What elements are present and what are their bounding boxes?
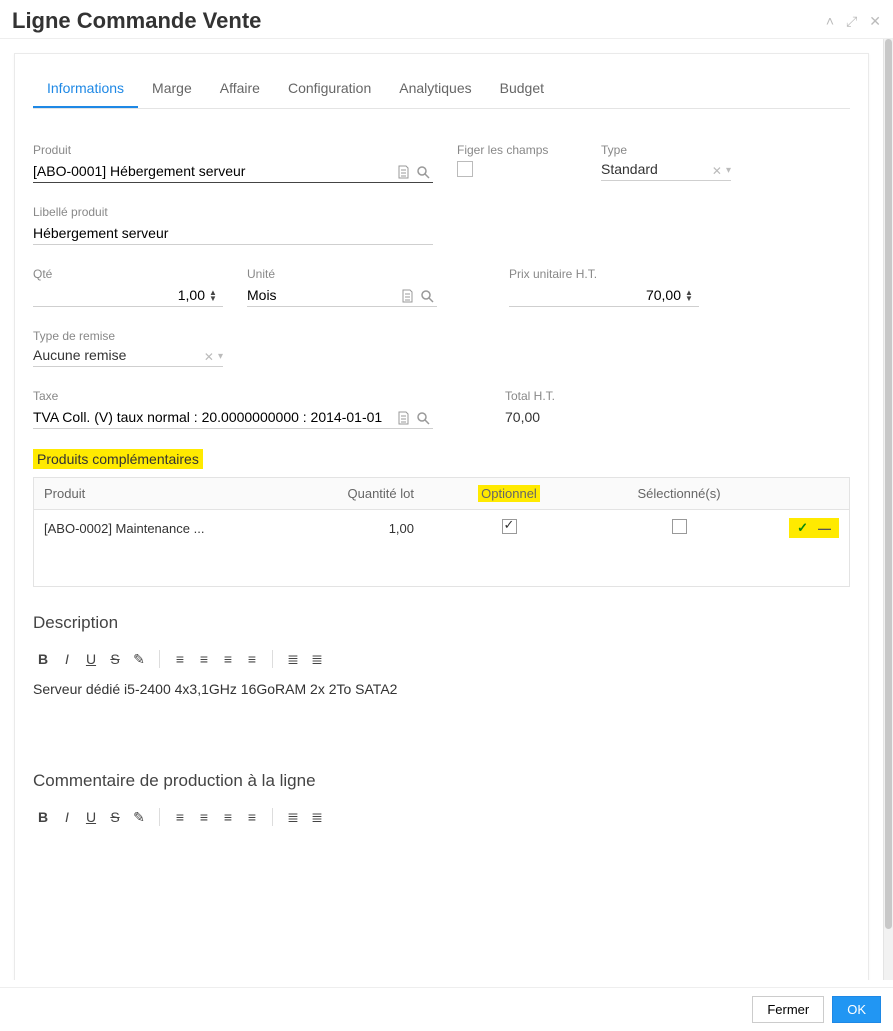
qte-spinner[interactable]: ▲▼ [209,290,217,302]
close-icon[interactable]: ✕ [869,13,881,30]
row-qty: 1,00 [294,513,424,544]
scrollbar-thumb[interactable] [885,39,892,929]
row-confirm-icon[interactable]: ✓ [797,520,808,536]
strike-button[interactable]: S [105,649,125,669]
remise-clear-icon[interactable]: ✕ [204,350,214,364]
list-ul-button[interactable]: ≣ [283,649,303,669]
table-header: Produit Quantité lot Optionnel Sélection… [34,478,849,510]
tab-affaire[interactable]: Affaire [206,74,274,108]
label-total-ht: Total H.T. [505,389,695,403]
prixu-spinner[interactable]: ▲▼ [685,290,693,302]
description-title: Description [33,613,850,633]
align-left-button[interactable]: ≡ [170,649,190,669]
align-right-button[interactable]: ≡ [218,807,238,827]
label-produit: Produit [33,143,433,157]
list-ol-button[interactable]: ≣ [307,807,327,827]
expand-icon[interactable]: ⤢ [846,13,857,30]
tab-analytiques[interactable]: Analytiques [385,74,485,108]
figer-checkbox[interactable] [457,161,473,177]
align-center-button[interactable]: ≡ [194,807,214,827]
type-clear-icon[interactable]: ✕ [712,164,722,178]
description-toolbar: B I U S ✎ ≡ ≡ ≡ ≡ ≣ ≣ [15,643,868,675]
search-icon[interactable] [416,411,430,425]
list-ol-button[interactable]: ≣ [307,649,327,669]
col-qty: Quantité lot [294,478,424,509]
chevron-down-icon[interactable]: ▾ [218,351,223,362]
dialog-title: Ligne Commande Vente [12,8,826,34]
align-justify-button[interactable]: ≡ [242,807,262,827]
eraser-button[interactable]: ✎ [129,807,149,827]
document-icon[interactable] [401,289,414,303]
col-produit: Produit [34,478,294,509]
list-ul-button[interactable]: ≣ [283,807,303,827]
italic-button[interactable]: I [57,807,77,827]
chevron-down-icon[interactable]: ▾ [726,165,731,176]
prixu-input[interactable] [509,285,699,306]
produit-input[interactable] [33,161,433,183]
col-selected: Sélectionné(s) [594,478,764,509]
ok-button[interactable]: OK [832,996,881,1023]
search-icon[interactable] [420,289,434,303]
dialog-header: Ligne Commande Vente ˄ ⤢ ✕ [0,0,893,39]
bold-button[interactable]: B [33,807,53,827]
align-center-button[interactable]: ≡ [194,649,214,669]
qte-input[interactable] [33,285,223,306]
italic-button[interactable]: I [57,649,77,669]
collapse-icon[interactable]: ˄ [826,13,834,30]
table-row[interactable]: [ABO-0002] Maintenance ... 1,00 ✓ — [34,510,849,586]
label-figer: Figer les champs [457,143,577,157]
bold-button[interactable]: B [33,649,53,669]
complementary-table: Produit Quantité lot Optionnel Sélection… [33,477,850,587]
document-icon[interactable] [397,165,410,179]
close-button[interactable]: Fermer [752,996,824,1023]
row-selected-checkbox[interactable] [672,519,687,534]
tab-configuration[interactable]: Configuration [274,74,385,108]
section-complementary-title: Produits complémentaires [33,449,203,469]
form-panel: Informations Marge Affaire Configuration… [14,53,869,980]
row-actions: ✓ — [789,518,839,538]
row-remove-icon[interactable]: — [818,521,831,536]
label-type: Type [601,143,731,157]
label-libelle: Libellé produit [33,205,433,219]
strike-button[interactable]: S [105,807,125,827]
libelle-input[interactable] [33,223,433,245]
underline-button[interactable]: U [81,807,101,827]
align-left-button[interactable]: ≡ [170,807,190,827]
label-prixu: Prix unitaire H.T. [509,267,699,281]
align-right-button[interactable]: ≡ [218,649,238,669]
label-unite: Unité [247,267,437,281]
label-type-remise: Type de remise [33,329,223,343]
tabs: Informations Marge Affaire Configuration… [33,74,850,109]
search-icon[interactable] [416,165,430,179]
total-ht-value: 70,00 [505,407,695,425]
row-optional-checkbox[interactable] [502,519,517,534]
type-remise-select[interactable]: Aucune remise [33,347,198,366]
prod-comment-title: Commentaire de production à la ligne [33,771,850,791]
label-taxe: Taxe [33,389,433,403]
taxe-input[interactable] [33,407,433,429]
underline-button[interactable]: U [81,649,101,669]
scrollbar[interactable] [883,39,893,980]
prod-comment-editor[interactable] [15,833,868,903]
row-produit: [ABO-0002] Maintenance ... [34,513,294,544]
align-justify-button[interactable]: ≡ [242,649,262,669]
tab-marge[interactable]: Marge [138,74,206,108]
dialog-footer: Fermer OK [0,987,893,1031]
label-qte: Qté [33,267,223,281]
prod-comment-toolbar: B I U S ✎ ≡ ≡ ≡ ≡ ≣ ≣ [15,801,868,833]
eraser-button[interactable]: ✎ [129,649,149,669]
description-editor[interactable]: Serveur dédié i5-2400 4x3,1GHz 16GoRAM 2… [15,675,868,745]
tab-budget[interactable]: Budget [486,74,558,108]
type-select[interactable]: Standard [601,161,706,180]
tab-informations[interactable]: Informations [33,74,138,108]
document-icon[interactable] [397,411,410,425]
dialog-controls: ˄ ⤢ ✕ [826,13,881,30]
col-optional: Optionnel [424,478,594,509]
